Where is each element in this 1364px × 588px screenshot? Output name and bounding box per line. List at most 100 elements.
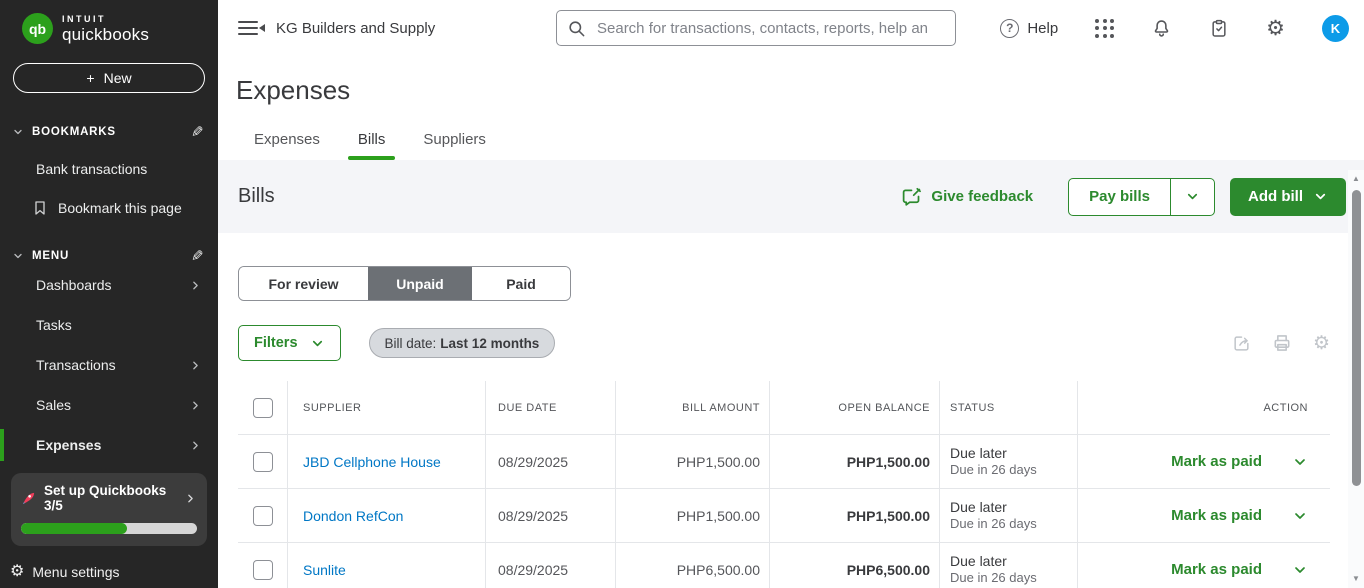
rocket-icon bbox=[21, 491, 36, 506]
tab-expenses[interactable]: Expenses bbox=[252, 131, 322, 160]
pay-bills-chevron-button[interactable] bbox=[1170, 179, 1214, 215]
open-balance: PHP1,500.00 bbox=[847, 508, 930, 524]
add-bill-label: Add bill bbox=[1248, 188, 1303, 205]
edit-bookmarks-icon[interactable]: ✎ bbox=[191, 123, 204, 141]
bill-amount: PHP1,500.00 bbox=[616, 489, 770, 542]
collapse-menu-icon[interactable] bbox=[238, 17, 258, 39]
column-header-bill-amount[interactable]: BILL AMOUNT bbox=[616, 381, 770, 434]
page-content: Expenses Expenses Bills Suppliers Bills … bbox=[218, 56, 1364, 588]
new-button[interactable]: + New bbox=[13, 63, 205, 93]
select-all-checkbox[interactable] bbox=[253, 398, 273, 418]
bookmarks-section-header[interactable]: BOOKMARKS ✎ bbox=[0, 123, 218, 141]
status: Due later Due in 26 days bbox=[950, 553, 1037, 586]
company-name[interactable]: KG Builders and Supply bbox=[276, 20, 435, 37]
bookmark-this-page-button[interactable]: Bookmark this page bbox=[0, 189, 218, 227]
gear-icon: ⚙ bbox=[10, 564, 24, 580]
section-title: Bills bbox=[238, 185, 275, 208]
give-feedback-label: Give feedback bbox=[931, 188, 1033, 205]
settings-gear-icon[interactable]: ⚙ bbox=[1266, 18, 1285, 39]
status-segmented-control: For review Unpaid Paid bbox=[238, 266, 571, 301]
bills-table: SUPPLIER DUE DATE BILL AMOUNT OPEN BALAN… bbox=[238, 381, 1330, 588]
sidebar-item-tasks[interactable]: Tasks bbox=[0, 305, 218, 345]
segment-unpaid[interactable]: Unpaid bbox=[368, 267, 472, 300]
tab-bills[interactable]: Bills bbox=[356, 131, 388, 160]
give-feedback-button[interactable]: Give feedback bbox=[901, 186, 1033, 207]
plus-icon: + bbox=[86, 70, 94, 86]
chevron-down-icon bbox=[12, 126, 24, 138]
bills-header-band: Bills Give feedback Pay bills Add bill bbox=[218, 160, 1364, 233]
supplier-link[interactable]: JBD Cellphone House bbox=[303, 454, 441, 470]
row-action-chevron-icon bbox=[1292, 508, 1308, 524]
column-header-action: ACTION bbox=[1078, 381, 1330, 434]
column-header-supplier[interactable]: SUPPLIER bbox=[288, 381, 486, 434]
mark-as-paid-button[interactable]: Mark as paid bbox=[1171, 507, 1308, 524]
bill-date-filter-chip[interactable]: Bill date: Last 12 months bbox=[369, 328, 556, 358]
tab-bar: Expenses Bills Suppliers bbox=[218, 131, 1364, 160]
chevron-right-icon bbox=[184, 492, 197, 505]
mark-as-paid-button[interactable]: Mark as paid bbox=[1171, 561, 1308, 578]
row-checkbox[interactable] bbox=[253, 506, 273, 526]
sidebar-item-transactions[interactable]: Transactions bbox=[0, 345, 218, 385]
print-icon[interactable] bbox=[1272, 333, 1292, 353]
search-input[interactable] bbox=[595, 19, 945, 38]
segment-paid[interactable]: Paid bbox=[472, 267, 570, 300]
column-header-status[interactable]: STATUS bbox=[940, 381, 1078, 434]
open-balance: PHP1,500.00 bbox=[847, 454, 930, 470]
scroll-down-button[interactable]: ▼ bbox=[1352, 570, 1360, 588]
setup-progress-fill bbox=[21, 523, 127, 534]
quickbooks-wordmark: quickbooks bbox=[62, 26, 149, 43]
menu-section-label: MENU bbox=[32, 250, 69, 262]
filters-button[interactable]: Filters bbox=[238, 325, 341, 361]
row-checkbox[interactable] bbox=[253, 560, 273, 580]
intuit-wordmark: INTUIT bbox=[62, 15, 149, 24]
export-icon[interactable] bbox=[1232, 334, 1251, 353]
pay-bills-split-button: Pay bills bbox=[1068, 178, 1215, 216]
supplier-link[interactable]: Dondon RefCon bbox=[303, 508, 403, 524]
add-bill-button[interactable]: Add bill bbox=[1230, 178, 1346, 216]
supplier-link[interactable]: Sunlite bbox=[303, 562, 346, 578]
due-date: 08/29/2025 bbox=[486, 489, 616, 542]
qb-logo-icon: qb bbox=[22, 13, 53, 44]
due-date: 08/29/2025 bbox=[486, 435, 616, 488]
apps-grid-icon[interactable] bbox=[1095, 19, 1114, 38]
row-checkbox[interactable] bbox=[253, 452, 273, 472]
filters-label: Filters bbox=[254, 335, 298, 351]
topbar: KG Builders and Supply ? Help ⚙ K bbox=[218, 0, 1364, 56]
tab-suppliers[interactable]: Suppliers bbox=[421, 131, 488, 160]
menu-settings-button[interactable]: ⚙ Menu settings bbox=[10, 564, 120, 580]
tasks-clipboard-icon[interactable] bbox=[1209, 18, 1229, 39]
main-region: KG Builders and Supply ? Help ⚙ K bbox=[218, 0, 1364, 588]
sidebar-item-expenses[interactable]: Expenses bbox=[0, 425, 218, 465]
sidebar-item-label: Bank transactions bbox=[36, 161, 147, 177]
table-row: Dondon RefCon 08/29/2025 PHP1,500.00 PHP… bbox=[238, 488, 1330, 542]
chevron-right-icon bbox=[189, 399, 202, 412]
sidebar-item-sales[interactable]: Sales bbox=[0, 385, 218, 425]
bill-amount: PHP6,500.00 bbox=[616, 543, 770, 588]
help-label: Help bbox=[1027, 20, 1058, 37]
chevron-down-icon bbox=[12, 250, 24, 262]
column-header-due-date[interactable]: DUE DATE bbox=[486, 381, 616, 434]
pay-bills-button[interactable]: Pay bills bbox=[1069, 179, 1170, 215]
sidebar-item-dashboards[interactable]: Dashboards bbox=[0, 265, 218, 305]
sidebar-item-label: Bookmark this page bbox=[58, 200, 182, 216]
mark-as-paid-button[interactable]: Mark as paid bbox=[1171, 453, 1308, 470]
setup-quickbooks-card[interactable]: Set up Quickbooks 3/5 bbox=[11, 473, 207, 546]
avatar[interactable]: K bbox=[1322, 15, 1349, 42]
sidebar-item-bank-transactions[interactable]: Bank transactions bbox=[0, 149, 218, 189]
bill-amount: PHP1,500.00 bbox=[616, 435, 770, 488]
column-header-open-balance[interactable]: OPEN BALANCE bbox=[770, 381, 940, 434]
quickbooks-logo[interactable]: qb INTUIT quickbooks bbox=[0, 0, 218, 44]
table-settings-gear-icon[interactable]: ⚙ bbox=[1313, 334, 1330, 353]
table-row: Sunlite 08/29/2025 PHP6,500.00 PHP6,500.… bbox=[238, 542, 1330, 588]
scrollbar-thumb[interactable] bbox=[1352, 190, 1361, 486]
menu-section-header[interactable]: MENU ✎ bbox=[0, 247, 218, 265]
segment-for-review[interactable]: For review bbox=[239, 267, 368, 300]
edit-menu-icon[interactable]: ✎ bbox=[191, 247, 204, 265]
help-button[interactable]: ? Help bbox=[1000, 19, 1058, 38]
vertical-scrollbar[interactable]: ▲ ▼ bbox=[1348, 170, 1364, 588]
notifications-bell-icon[interactable] bbox=[1151, 18, 1172, 39]
setup-quickbooks-label: Set up Quickbooks 3/5 bbox=[44, 483, 176, 513]
scroll-up-button[interactable]: ▲ bbox=[1352, 170, 1360, 188]
global-search[interactable] bbox=[556, 10, 956, 46]
due-date: 08/29/2025 bbox=[486, 543, 616, 588]
